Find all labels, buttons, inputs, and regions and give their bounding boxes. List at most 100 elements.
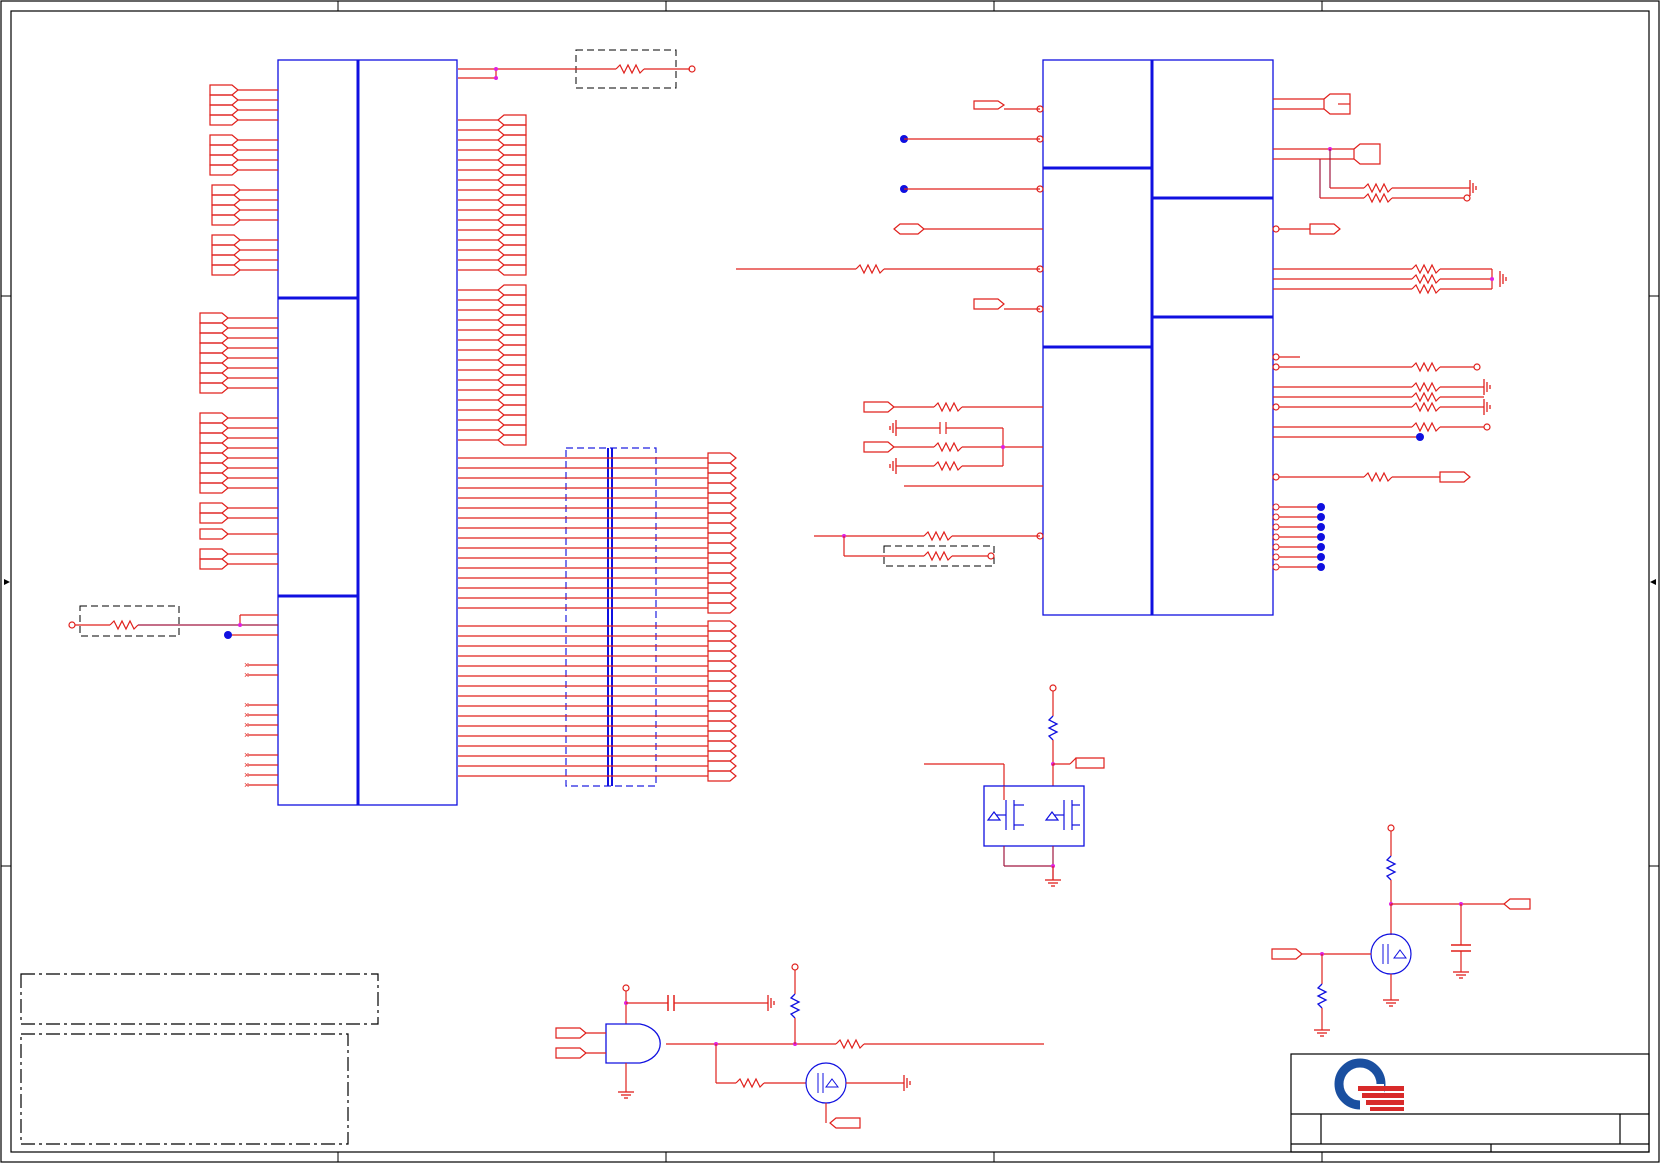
port-flag: [199, 482, 229, 494]
port-flag: [707, 740, 737, 752]
port-flag: [707, 592, 737, 604]
no-connect-mark: ×: [244, 710, 249, 720]
note-box-1: [20, 973, 379, 1025]
no-connect-mark: ×: [244, 720, 249, 730]
port-flag: [497, 294, 527, 306]
right-ic-testpoints: [1272, 503, 1325, 571]
port-flag: [707, 552, 737, 564]
port-flag: [497, 344, 527, 356]
mosfet-symbol-1: [986, 800, 1024, 830]
left-ic-right-pins: [458, 114, 527, 446]
port-flag: [707, 572, 737, 584]
port-flag: [707, 650, 737, 662]
port-flag: [497, 114, 527, 126]
zone-arrow-left: [4, 579, 10, 585]
level-shift-mosfet: [1271, 824, 1531, 1030]
ground-symbols-right: [1469, 180, 1507, 415]
bus-lines: [458, 452, 737, 782]
no-connect-mark: ×: [244, 750, 249, 760]
note-box-2: [20, 1033, 349, 1145]
port-flag: [707, 562, 737, 574]
port-flag: [209, 114, 239, 126]
port-flag: [707, 670, 737, 682]
port-flag: [707, 452, 737, 464]
port-flag: [209, 144, 239, 156]
pin-circle: [1272, 553, 1280, 561]
port-flag: [707, 502, 737, 514]
port-flag: [211, 204, 241, 216]
no-connect-mark: ×: [244, 760, 249, 770]
port-flag: [497, 284, 527, 296]
port-flag: [199, 548, 229, 560]
port-flag: [707, 462, 737, 474]
port-flag: [497, 224, 527, 236]
no-connect-pins: ××××××××××: [244, 660, 278, 790]
port-flag: [199, 558, 229, 570]
port-flag: [211, 244, 241, 256]
testpoint-dot: [1317, 523, 1325, 531]
port-flag: [199, 362, 229, 374]
port-flag: [497, 304, 527, 316]
port-flag: [707, 680, 737, 692]
port-flag: [707, 472, 737, 484]
ground-symbols-bottom: [618, 879, 1469, 1099]
port-flag: [707, 660, 737, 672]
no-connect-mark: ×: [244, 670, 249, 680]
port-flag: [707, 532, 737, 544]
port-flag: [497, 264, 527, 276]
resistor-option-box-left: [68, 605, 278, 639]
port-flag: [497, 194, 527, 206]
zone-arrow-right: [1650, 579, 1656, 585]
port-flag: [497, 404, 527, 416]
port-flag: [199, 322, 229, 334]
port-flag: [707, 640, 737, 652]
left-ic: [277, 59, 458, 806]
port-flag: [209, 154, 239, 166]
no-connect-mark: ×: [244, 770, 249, 780]
right-ic-left-nets: [736, 100, 1044, 567]
pin-circle: [1272, 513, 1280, 521]
testpoint-dot: [1317, 533, 1325, 541]
port-flag: [707, 760, 737, 772]
port-flag: [707, 492, 737, 504]
port-flag: [497, 434, 527, 446]
port-flag: [497, 414, 527, 426]
port-flag: [497, 394, 527, 406]
pin-circle: [1272, 563, 1280, 571]
port-flag: [199, 512, 229, 524]
port-flag: [707, 700, 737, 712]
port-flag: [497, 174, 527, 186]
port-flag: [707, 522, 737, 534]
port-flag: [211, 234, 241, 246]
port-flag: [199, 382, 229, 394]
port-flag: [199, 472, 229, 484]
port-flag: [209, 134, 239, 146]
port-flag: [209, 84, 239, 96]
port-flag: [707, 482, 737, 494]
port-flag: [497, 204, 527, 216]
port-flag: [707, 750, 737, 762]
port-flag: [707, 770, 737, 782]
pin-circle: [1272, 503, 1280, 511]
port-flag: [199, 372, 229, 384]
port-flag: [707, 710, 737, 722]
port-flag: [497, 154, 527, 166]
dual-mosfet: [924, 684, 1105, 880]
right-ic-right-nets: [1272, 93, 1494, 483]
port-flag: [497, 124, 527, 136]
right-ic: [1042, 59, 1274, 616]
border-ticks: [1, 1, 1659, 1162]
port-flag: [199, 342, 229, 354]
port-flag: [707, 630, 737, 642]
port-flag: [497, 254, 527, 266]
port-flag: [199, 412, 229, 424]
port-flag: [209, 94, 239, 106]
pin-circle: [1272, 523, 1280, 531]
port-flag: [199, 528, 229, 540]
port-flag: [211, 194, 241, 206]
port-flag: [497, 134, 527, 146]
port-flag: [199, 352, 229, 364]
port-flag: [211, 254, 241, 266]
outer-border: [0, 0, 1660, 1163]
port-flag: [497, 354, 527, 366]
